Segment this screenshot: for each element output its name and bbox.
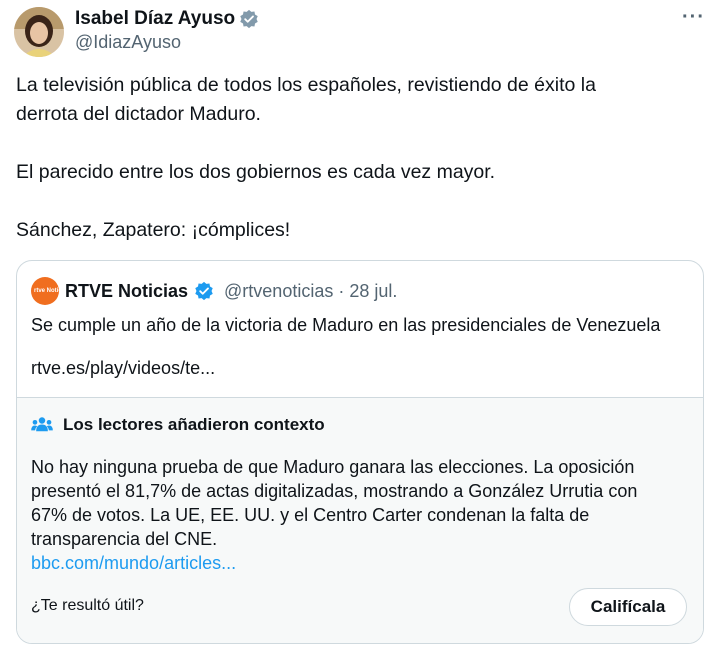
- author-handle[interactable]: @IdiazAyuso: [75, 32, 181, 53]
- community-note: Los lectores añadieron contexto No hay n…: [17, 397, 703, 643]
- tweet-text: La televisión pública de todos los españ…: [16, 71, 696, 245]
- author-avatar[interactable]: [14, 7, 64, 57]
- quote-header: rtve Noticias RTVE Noticias @rtvenoticia…: [31, 277, 397, 305]
- author-name[interactable]: Isabel Díaz Ayuso: [75, 8, 235, 30]
- rtve-logo-text: rtve Noticias: [34, 287, 71, 294]
- quote-author-handle-date[interactable]: @rtvenoticias · 28 jul.: [224, 281, 397, 302]
- quoted-tweet[interactable]: rtve Noticias RTVE Noticias @rtvenoticia…: [16, 260, 704, 644]
- note-line: 67% de votos. La UE, EE. UU. y el Centro…: [31, 505, 590, 525]
- quote-author-name[interactable]: RTVE Noticias: [65, 281, 188, 302]
- quote-link[interactable]: rtve.es/play/videos/te...: [31, 358, 215, 379]
- community-note-header: Los lectores añadieron contexto: [31, 415, 325, 435]
- community-notes-icon: [31, 417, 53, 432]
- tweet-text-line: Sánchez, Zapatero: ¡cómplices!: [16, 219, 291, 241]
- tweet-text-line: La televisión pública de todos los españ…: [16, 74, 596, 96]
- quote-text: Se cumple un año de la victoria de Madur…: [31, 315, 661, 335]
- tweet-text-line: El parecido entre los dos gobiernos es c…: [16, 161, 496, 183]
- note-line: No hay ninguna prueba de que Maduro gana…: [31, 457, 635, 477]
- note-line: presentó el 81,7% de actas digitalizadas…: [31, 481, 638, 501]
- note-line: transparencia del CNE.: [31, 529, 218, 549]
- verified-blue-badge-icon: [195, 281, 213, 301]
- avatar-image: [14, 7, 64, 57]
- helpful-question: ¿Te resultó útil?: [31, 597, 144, 614]
- community-note-body: No hay ninguna prueba de que Maduro gana…: [31, 455, 671, 575]
- tweet-text-line: derrota del dictador Maduro.: [16, 103, 261, 125]
- community-note-source-link[interactable]: bbc.com/mundo/articles...: [31, 551, 671, 575]
- author-name-row[interactable]: Isabel Díaz Ayuso: [75, 8, 259, 30]
- community-note-title: Los lectores añadieron contexto: [63, 415, 325, 434]
- more-options-icon[interactable]: ···: [682, 6, 705, 29]
- rate-note-button[interactable]: Califícala: [569, 588, 687, 626]
- verified-gray-badge-icon: [240, 9, 258, 29]
- rtve-logo-icon: rtve Noticias: [31, 277, 71, 305]
